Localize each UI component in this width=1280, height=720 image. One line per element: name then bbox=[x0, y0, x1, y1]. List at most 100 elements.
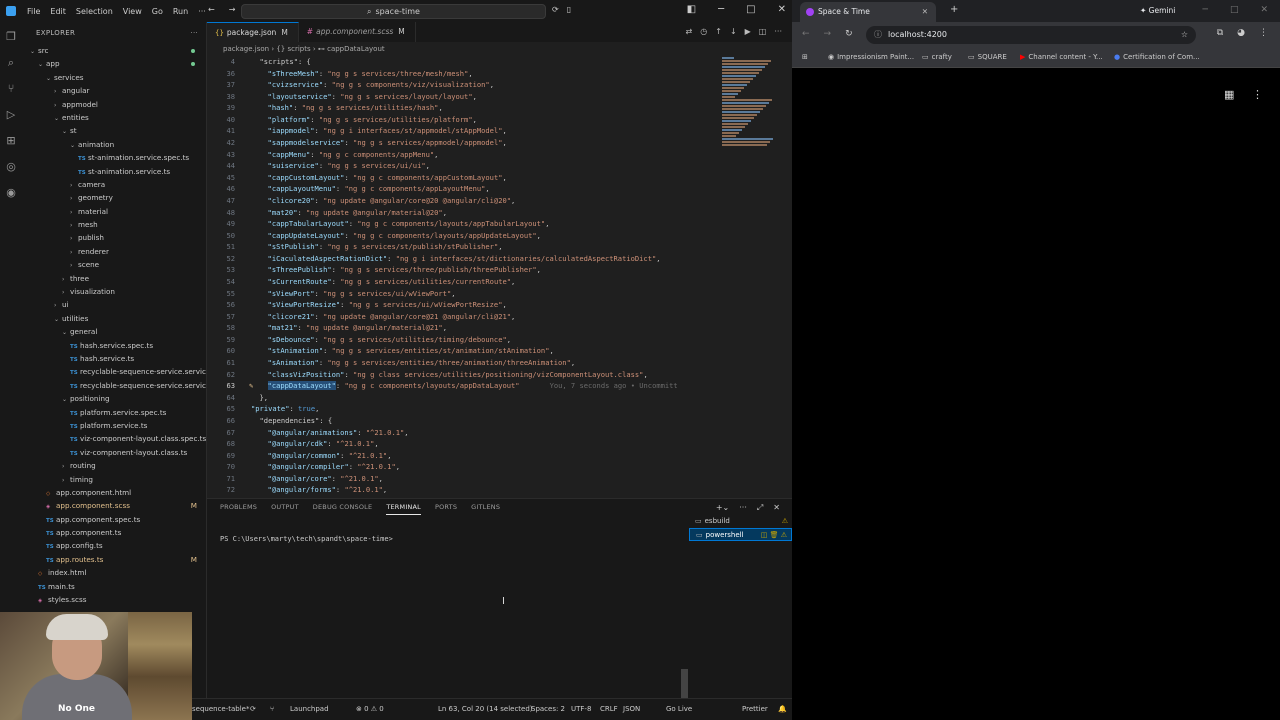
tree-folder[interactable]: › mesh bbox=[22, 218, 206, 231]
menu-run[interactable]: Run bbox=[168, 7, 193, 16]
git-graph-icon[interactable]: ⑂ bbox=[270, 705, 274, 713]
status-eol[interactable]: CRLF bbox=[600, 705, 618, 713]
tree-file[interactable]: TS main.ts bbox=[22, 580, 206, 593]
prev-change-icon[interactable]: ↑ bbox=[715, 27, 722, 36]
terminal-prompt[interactable]: PS C:\Users\marty\tech\spandt\space-time… bbox=[220, 535, 393, 543]
browser-tab[interactable]: Space & Time ✕ bbox=[800, 2, 936, 22]
code-line[interactable]: 59 "sDebounce": "ng g s services/utiliti… bbox=[207, 334, 727, 346]
tree-folder[interactable]: › appmodel bbox=[22, 98, 206, 111]
site-info-icon[interactable]: ⓘ bbox=[874, 26, 882, 44]
status-encoding[interactable]: UTF-8 bbox=[571, 705, 591, 713]
status-language[interactable]: JSON bbox=[623, 705, 640, 713]
toggle-sidebar-icon[interactable]: ◧ bbox=[687, 4, 696, 15]
editor-scrollbar[interactable] bbox=[785, 56, 792, 498]
code-line[interactable]: 44 "suiservice": "ng g s services/ui/ui"… bbox=[207, 160, 727, 172]
terminal-scrollbar[interactable] bbox=[681, 669, 688, 699]
sync-icon[interactable]: ⟳ bbox=[250, 705, 256, 713]
code-line[interactable]: 58 "mat21": "ng update @angular/material… bbox=[207, 322, 727, 334]
extensions-icon[interactable]: ⊞ bbox=[0, 130, 22, 152]
tree-folder[interactable]: › publish bbox=[22, 231, 206, 244]
search-activity-icon[interactable]: ⌕ bbox=[0, 52, 22, 74]
tree-file[interactable]: TS app.component.spec.ts bbox=[22, 513, 206, 526]
code-line[interactable]: 37 "cvizservice": "ng g s components/viz… bbox=[207, 79, 727, 91]
run-debug-icon[interactable]: ▷ bbox=[0, 104, 22, 126]
bookmark-crafty[interactable]: ▭ crafty bbox=[922, 53, 952, 61]
code-line[interactable]: 42 "sappmodelservice": "ng g s services/… bbox=[207, 137, 727, 149]
code-line[interactable]: 52 "iCaculatedAspectRationDict": "ng g i… bbox=[207, 253, 727, 265]
terminal-item-powershell[interactable]: ▭ powershell ◫ 🗑 ⚠ bbox=[689, 528, 792, 541]
kebab-menu-icon[interactable]: ⋮ bbox=[1252, 88, 1263, 101]
code-line[interactable]: 62 "classVizPosition": "ng g class servi… bbox=[207, 369, 727, 381]
panel-tab-terminal[interactable]: TERMINAL bbox=[386, 503, 421, 515]
bookmark-channel-content[interactable]: ▶ Channel content - Y... bbox=[1020, 53, 1103, 61]
run-icon[interactable]: ▶ bbox=[745, 27, 751, 36]
code-line[interactable]: 50 "cappUpdateLayout": "ng g c component… bbox=[207, 230, 727, 242]
code-line[interactable]: 68 "@angular/cdk": "^21.0.1", bbox=[207, 438, 727, 450]
source-control-icon[interactable]: ⑂ bbox=[0, 78, 22, 100]
more-actions-icon[interactable]: ··· bbox=[190, 22, 198, 44]
tree-folder[interactable]: ⌄ services bbox=[22, 71, 206, 84]
tree-file[interactable]: ◇ app.component.html bbox=[22, 486, 206, 499]
status-spaces[interactable]: Spaces: 2 bbox=[531, 705, 565, 713]
back-arrow-icon[interactable]: ← bbox=[208, 5, 215, 14]
tree-file[interactable]: TS app.routes.ts M bbox=[22, 553, 206, 566]
timeline-icon[interactable]: ◷ bbox=[700, 27, 707, 36]
tree-folder[interactable]: › angular bbox=[22, 84, 206, 97]
profile-avatar-icon[interactable]: ◕ bbox=[1237, 28, 1245, 38]
tab-close-icon[interactable]: ✕ bbox=[922, 2, 928, 22]
code-line[interactable]: 64 }, bbox=[207, 392, 727, 404]
tree-folder[interactable]: ⌄ animation bbox=[22, 138, 206, 151]
code-editor[interactable]: 4 "scripts": {36 "sThreeMesh": "ng g s s… bbox=[207, 56, 727, 498]
code-line[interactable]: 47 "clicore20": "ng update @angular/core… bbox=[207, 195, 727, 207]
address-bar[interactable]: ⓘ localhost:4200 ☆ bbox=[866, 26, 1196, 44]
menu-edit[interactable]: Edit bbox=[45, 7, 71, 16]
tree-folder[interactable]: ⌄ entities bbox=[22, 111, 206, 124]
menu-file[interactable]: File bbox=[22, 7, 45, 16]
panel-tab-output[interactable]: OUTPUT bbox=[271, 503, 299, 515]
code-line[interactable]: 60 "stAnimation": "ng g s services/entit… bbox=[207, 345, 727, 357]
tree-file[interactable]: TS viz-component-layout.class.spec.ts bbox=[22, 432, 206, 445]
tree-file[interactable]: TS recyclable-sequence-service.service.ts bbox=[22, 379, 206, 392]
tree-folder[interactable]: › visualization bbox=[22, 285, 206, 298]
tree-folder[interactable]: ⌄ src bbox=[22, 44, 206, 57]
reload-icon[interactable]: ↻ bbox=[845, 29, 853, 39]
status-branch[interactable]: sequence-table* bbox=[192, 705, 250, 713]
tree-folder[interactable]: › renderer bbox=[22, 245, 206, 258]
code-line[interactable]: 45 "cappCustomLayout": "ng g c component… bbox=[207, 172, 727, 184]
menu-selection[interactable]: Selection bbox=[71, 7, 118, 16]
code-line[interactable]: 69 "@angular/common": "^21.0.1", bbox=[207, 450, 727, 462]
new-terminal-icon[interactable]: +⌄ bbox=[716, 503, 729, 513]
tree-file[interactable]: TS hash.service.spec.ts bbox=[22, 339, 206, 352]
code-line[interactable]: 40 "platform": "ng g s services/utilitie… bbox=[207, 114, 727, 126]
browser-maximize-icon[interactable]: □ bbox=[1230, 5, 1239, 15]
tree-file[interactable]: TS platform.service.ts bbox=[22, 419, 206, 432]
close-panel-icon[interactable]: ✕ bbox=[773, 503, 780, 513]
tree-file[interactable]: TS app.config.ts bbox=[22, 539, 206, 552]
tree-file[interactable]: TS st-animation.service.spec.ts bbox=[22, 151, 206, 164]
browser-forward-icon[interactable]: → bbox=[824, 29, 832, 39]
tab-package-json[interactable]: {} package.json M bbox=[207, 22, 299, 42]
code-line[interactable]: 67 "@angular/animations": "^21.0.1", bbox=[207, 427, 727, 439]
code-line[interactable]: 54 "sCurrentRoute": "ng g s services/uti… bbox=[207, 276, 727, 288]
layout-icon[interactable]: ▯ bbox=[567, 5, 571, 14]
gitlens-icon[interactable]: ◉ bbox=[0, 182, 22, 204]
bookmark-certification[interactable]: ● Certification of Com... bbox=[1114, 53, 1200, 61]
tree-folder[interactable]: › three bbox=[22, 272, 206, 285]
browser-minimize-icon[interactable]: ─ bbox=[1203, 5, 1208, 15]
status-problems[interactable]: ⊗ 0 ⚠ 0 bbox=[356, 705, 384, 713]
code-line[interactable]: 71 "@angular/core": "^21.0.1", bbox=[207, 473, 727, 485]
code-line[interactable]: 53 "sThreePublish": "ng g s services/thr… bbox=[207, 264, 727, 276]
bookmark-square[interactable]: ▭ SQUARE bbox=[968, 53, 1007, 61]
explorer-icon[interactable]: ❐ bbox=[0, 26, 22, 48]
close-icon[interactable]: ✕ bbox=[778, 4, 786, 15]
code-line[interactable]: 66 "dependencies": { bbox=[207, 415, 727, 427]
panel-tab-ports[interactable]: PORTS bbox=[435, 503, 457, 515]
terminal-item-esbuild[interactable]: ▭ esbuild ⚠ bbox=[689, 515, 792, 528]
status-golive[interactable]: Go Live bbox=[666, 705, 692, 713]
tree-folder[interactable]: › material bbox=[22, 205, 206, 218]
tree-file[interactable]: TS app.component.ts bbox=[22, 526, 206, 539]
code-line[interactable]: 61 "sAnimation": "ng g s services/entiti… bbox=[207, 357, 727, 369]
menu-view[interactable]: View bbox=[118, 7, 147, 16]
panel-tab-gitlens[interactable]: GITLENS bbox=[471, 503, 500, 515]
browser-menu-icon[interactable]: ⋮ bbox=[1259, 28, 1268, 38]
